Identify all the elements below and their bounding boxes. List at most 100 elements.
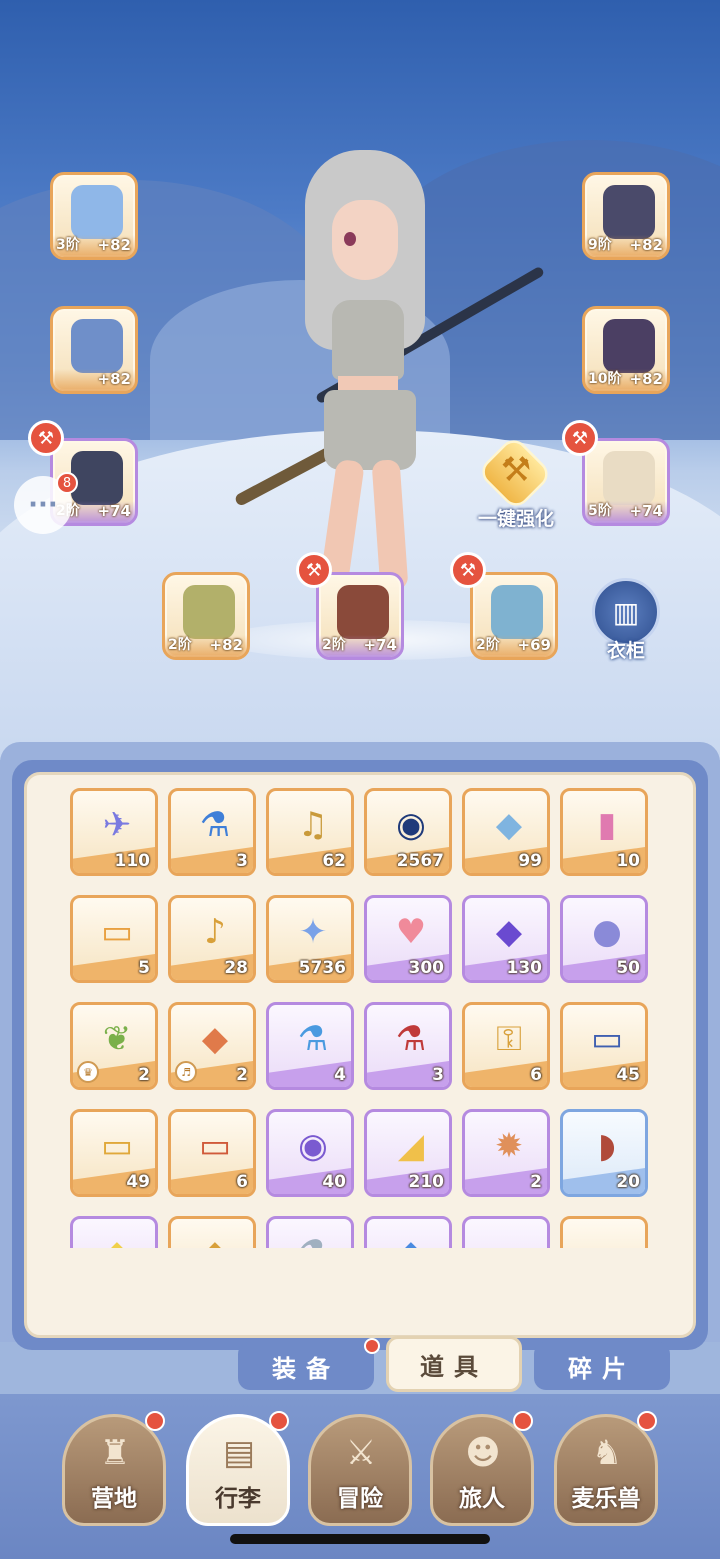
castle-icon: ♜ — [99, 1433, 131, 1473]
item-type-badge-icon: ♛ — [77, 1061, 99, 1083]
upgrade-hammer-icon[interactable]: ⚒ — [562, 420, 598, 456]
helmet-icon — [603, 185, 655, 239]
equip-slot-amulet[interactable]: 2阶 +69 — [470, 572, 558, 660]
equip-bonus: +74 — [363, 636, 397, 654]
nav-traveler[interactable]: ☻ 旅人 — [430, 1411, 534, 1526]
inventory-item[interactable]: ◆ 130 — [462, 895, 550, 983]
rainbow-bottle-icon: ▮ — [597, 805, 617, 845]
inventory-tabs: 装备 道具 碎片 — [238, 1336, 672, 1394]
cat-mirror-icon: ◉ — [298, 1126, 328, 1166]
item-count: 2 — [236, 1065, 248, 1085]
inventory-item[interactable]: ▭ 5 — [70, 895, 158, 983]
inventory-item[interactable]: ◆ — [168, 1216, 256, 1248]
tab-equipment[interactable]: 装备 — [238, 1338, 380, 1390]
item-count: 5 — [138, 958, 150, 978]
equip-slot-gloves[interactable]: 10阶 +82 — [582, 306, 670, 394]
one-click-enhance-button[interactable]: ⚒ 一键强化 — [466, 434, 566, 530]
upgrade-hammer-icon[interactable]: ⚒ — [28, 420, 64, 456]
inventory-item[interactable]: ▭ — [462, 1216, 550, 1248]
equip-slot-helmet[interactable]: 9阶 +82 — [582, 172, 670, 260]
upgrade-hammer-icon[interactable]: ⚒ — [450, 552, 486, 588]
crossed-swords-icon: ⚔ — [345, 1433, 377, 1473]
inventory-item[interactable]: ◆ 99 — [462, 788, 550, 876]
blue-card-icon: ▭ — [590, 1019, 624, 1059]
gloves-icon — [603, 319, 655, 373]
inventory-item[interactable]: ◢ 210 — [364, 1109, 452, 1197]
inventory-item[interactable]: ◗ 20 — [560, 1109, 648, 1197]
equip-slot-boots[interactable]: 5阶 +74 — [582, 438, 670, 526]
inventory-item[interactable]: ♪ 28 — [168, 895, 256, 983]
equip-slot-necklace[interactable]: 2阶 +74 — [316, 572, 404, 660]
inventory-item[interactable]: ◆ — [70, 1216, 158, 1248]
inventory-item[interactable]: ▭ 6 — [168, 1109, 256, 1197]
player-character[interactable] — [280, 140, 450, 610]
fox-badge-icon: ✹ — [494, 1126, 524, 1166]
character-top — [332, 300, 404, 380]
inventory-item[interactable]: ▮ 10 — [560, 788, 648, 876]
armor-icon — [71, 319, 123, 373]
inventory-item[interactable]: ⚿ 6 — [462, 1002, 550, 1090]
anvil-icon: ⚒ — [500, 450, 532, 490]
inventory-item[interactable]: ▭ 49 — [70, 1109, 158, 1197]
inventory-item[interactable]: ▭ 45 — [560, 1002, 648, 1090]
paper-plane-icon: ✈ — [102, 805, 132, 845]
item-count: 4 — [334, 1065, 346, 1085]
inventory-scroll[interactable]: ✈ 110 ⚗ 3 ♫ 62 ◉ 2567 ◆ 99 ▮ 10 ▭ 5 ♪ 28 ✦ 5736 ♥ 300 ◆ 130 ● 5… — [70, 788, 652, 1248]
book-item-icon: ▭ — [583, 1229, 631, 1248]
notification-dot — [637, 1411, 657, 1431]
nav-castle[interactable]: ♜ 营地 — [62, 1411, 166, 1526]
nav-label: 行李 — [215, 1486, 261, 1512]
character-face — [332, 200, 398, 280]
nav-backpack[interactable]: ▤ 行李 — [186, 1411, 290, 1526]
equip-slot-ring[interactable]: 2阶 +82 — [162, 572, 250, 660]
equip-tier: 10阶 — [588, 371, 622, 387]
item-count: 40 — [322, 1172, 346, 1192]
inventory-item[interactable]: ▭ — [560, 1216, 648, 1248]
inventory-item[interactable]: ⚗ 4 — [266, 1002, 354, 1090]
gem-orb-icon: ◉ — [396, 805, 426, 845]
home-indicator — [230, 1534, 490, 1544]
item-count: 10 — [616, 851, 640, 871]
item-count: 2 — [138, 1065, 150, 1085]
nav-label: 旅人 — [459, 1486, 505, 1512]
crystal-icon: ◆ — [495, 805, 523, 845]
inventory-item[interactable]: ⚗ 3 — [168, 788, 256, 876]
fire-crystal-icon: ◆ — [201, 1019, 229, 1059]
inventory-item[interactable]: ● 50 — [560, 895, 648, 983]
item-count: 28 — [224, 958, 248, 978]
blue-item-icon: ◆ — [387, 1229, 435, 1248]
item-count: 99 — [518, 851, 542, 871]
nav-crossed-swords[interactable]: ⚔ 冒险 — [308, 1414, 412, 1526]
inventory-item[interactable]: ♥ 300 — [364, 895, 452, 983]
tab-fragments[interactable]: 碎片 — [534, 1342, 670, 1390]
blue-flask-icon: ⚗ — [297, 1019, 329, 1059]
inventory-item[interactable]: ✹ 2 — [462, 1109, 550, 1197]
inventory-item[interactable]: ◆ — [364, 1216, 452, 1248]
equip-slot-armor[interactable]: +82 — [50, 306, 138, 394]
equip-slot-weapon[interactable]: 3阶 +82 — [50, 172, 138, 260]
tab-items[interactable]: 道具 — [386, 1336, 522, 1392]
item-count: 49 — [126, 1172, 150, 1192]
amulet-icon — [491, 585, 543, 639]
inventory-item[interactable]: ❦ ♛ 2 — [70, 1002, 158, 1090]
inventory-item[interactable]: ⚗ — [266, 1216, 354, 1248]
upgrade-hammer-icon[interactable]: ⚒ — [296, 552, 332, 588]
inventory-item[interactable]: ◉ 2567 — [364, 788, 452, 876]
item-count: 62 — [322, 851, 346, 871]
nav-beast[interactable]: ♞ 麦乐兽 — [554, 1411, 658, 1526]
tab-label: 碎片 — [568, 1354, 636, 1383]
item-count: 6 — [530, 1065, 542, 1085]
item-count: 3 — [236, 851, 248, 871]
wardrobe-button[interactable]: ▥ 衣柜 — [588, 578, 664, 662]
inventory-grid: ✈ 110 ⚗ 3 ♫ 62 ◉ 2567 ◆ 99 ▮ 10 ▭ 5 ♪ 28 ✦ 5736 ♥ 300 ◆ 130 ● 5… — [70, 788, 652, 1248]
inventory-item[interactable]: ♫ 62 — [266, 788, 354, 876]
inventory-item[interactable]: ◆ ♬ 2 — [168, 1002, 256, 1090]
inventory-item[interactable]: ✈ 110 — [70, 788, 158, 876]
inventory-item[interactable]: ⚗ 3 — [364, 1002, 452, 1090]
equip-bonus: +82 — [629, 236, 663, 254]
bottle-item-icon: ⚗ — [289, 1229, 337, 1248]
inventory-item[interactable]: ✦ 5736 — [266, 895, 354, 983]
equip-tier: 3阶 — [56, 237, 80, 253]
inventory-item[interactable]: ◉ 40 — [266, 1109, 354, 1197]
nav-label: 冒险 — [337, 1486, 383, 1512]
